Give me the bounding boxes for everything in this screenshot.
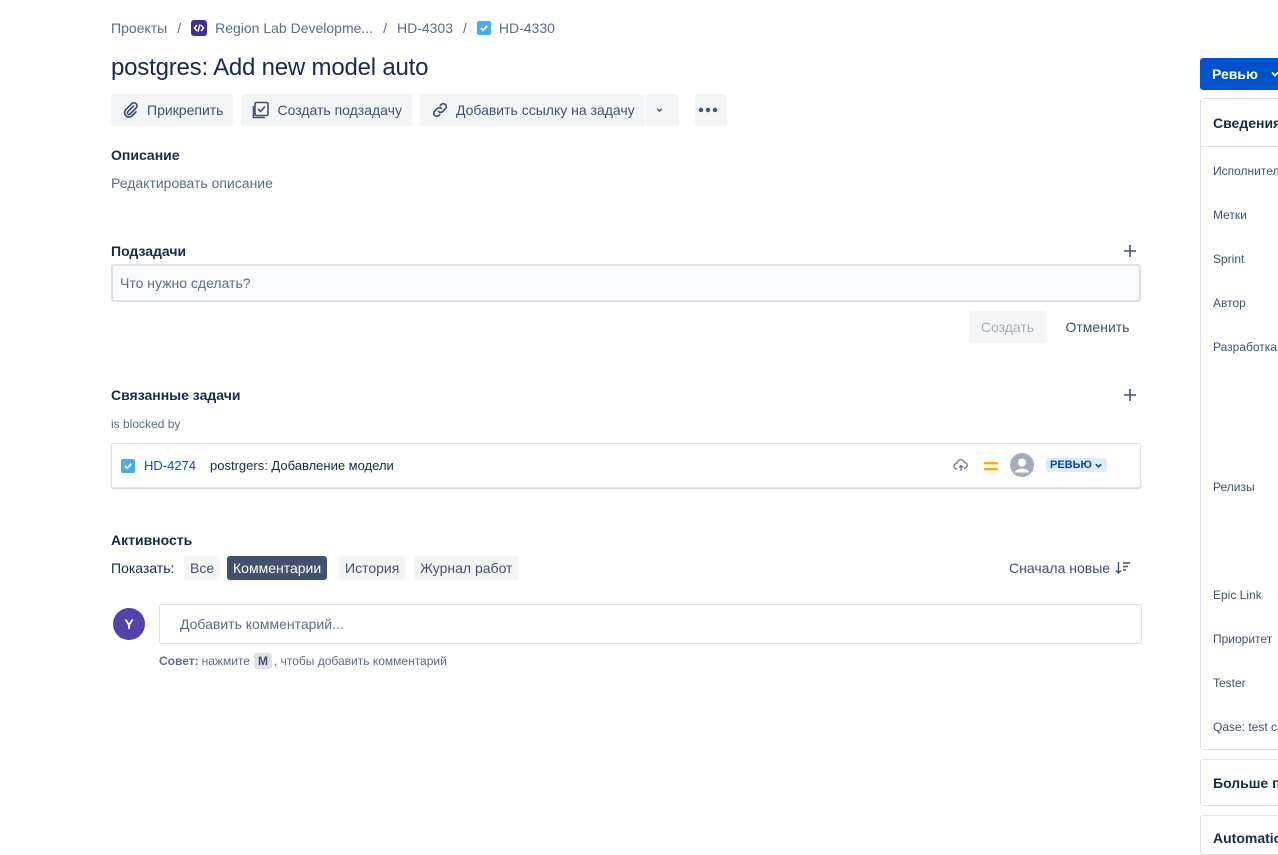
subtask-input[interactable]: Что нужно сделать? [111,264,1141,302]
description-edit[interactable]: Редактировать описание [111,175,273,191]
field-label-labels: Метки [1213,208,1247,222]
chevron-down-icon [656,108,662,113]
field-label-qase: Qase: test cases [1213,720,1278,734]
link-relation-label: is blocked by [111,417,181,431]
create-subtask-label: Создать подзадачу [277,102,402,118]
more-actions-button[interactable] [694,94,727,126]
status-transition-button[interactable]: Ревью [1200,58,1278,90]
issue-toolbar: Прикрепить Создать подзадачу Добавить сс… [111,94,735,126]
breadcrumb-separator: / [177,20,182,36]
breadcrumb: Проекты / Region Lab Developme... / HD-4… [111,19,555,37]
filter-comments-button[interactable]: Комментарии [227,556,328,580]
activity-heading: Активность [111,532,193,548]
sort-order-label: Сначала новые [1009,560,1111,576]
attach-button[interactable]: Прикрепить [111,94,234,126]
linked-issue-summary[interactable]: postrgers: Добавление модели [210,458,394,473]
breadcrumb-parent-link[interactable]: HD-4303 [397,20,453,36]
project-code-icon [191,20,208,36]
more-horizontal-icon [698,107,717,113]
paperclip-icon [123,101,138,118]
breadcrumb-projects-link[interactable]: Проекты [111,20,167,36]
comment-tip: Совет: нажмите M , чтобы добавить коммен… [159,653,447,669]
add-link-dropdown-button[interactable] [645,94,679,126]
breadcrumb-separator: / [463,20,467,36]
create-subtask-button[interactable]: Создать подзадачу [241,94,412,126]
task-type-icon [476,21,491,35]
filter-worklog-button[interactable]: Журнал работ [414,556,519,580]
automation-panel[interactable]: Automation [1200,815,1278,855]
field-label-sprint: Sprint [1213,252,1245,266]
issue-title[interactable]: postgres: Add new model auto [111,54,428,82]
comment-input-placeholder: Добавить комментарий... [180,616,344,632]
activity-show-label: Показать: [111,560,175,576]
tip-shortcut-key: M [253,653,272,669]
more-fields-label: Больше полей [1213,774,1278,791]
create-subtask-submit-button[interactable]: Создать [969,311,1046,343]
linked-issue-status-label: РЕВЬЮ [1050,459,1092,471]
add-linked-issue-icon[interactable] [1119,384,1141,406]
field-label-development: Разработка [1213,340,1277,354]
add-link-button[interactable]: Добавить ссылку на задачу [419,94,646,126]
subtask-input-placeholder: Что нужно сделать? [120,275,251,291]
field-label-tester: Tester [1213,676,1246,690]
filter-all-button[interactable]: Все [184,556,221,580]
attach-label: Прикрепить [147,102,224,118]
details-heading-label: Сведения [1213,114,1278,131]
field-label-epic-link: Epic Link [1213,588,1262,602]
cancel-subtask-button[interactable]: Отменить [1054,311,1141,343]
add-link-label: Добавить ссылку на задачу [455,102,635,118]
description-heading: Описание [111,147,180,163]
task-type-icon [121,458,135,473]
details-heading[interactable]: Сведения [1201,99,1278,147]
priority-medium-icon [983,459,999,476]
add-subtask-icon[interactable] [1119,240,1141,262]
breadcrumb-current-link[interactable]: HD-4330 [499,20,555,36]
linked-issue-row[interactable]: HD-4274 postrgers: Добавление модели РЕВ… [111,443,1141,488]
tip-label: Совет: [159,654,199,668]
breadcrumb-separator: / [383,20,387,36]
assignee-avatar-icon [1010,453,1034,480]
link-icon [432,102,448,118]
tip-after: , чтобы добавить комментарий [273,654,447,668]
sort-descending-icon [1115,562,1131,574]
tip-before: нажмите [201,654,250,668]
chevron-down-icon [1271,71,1278,77]
field-label-assignee: Исполнитель [1213,164,1278,178]
subtask-icon [253,101,270,119]
filter-history-button[interactable]: История [339,556,406,580]
details-panel: Сведения Исполнитель Метки Sprint Автор … [1200,98,1278,750]
status-transition-label: Ревью [1212,66,1258,82]
breadcrumb-project-link[interactable]: Region Lab Developme... [215,20,373,36]
more-fields-panel[interactable]: Больше полей [1200,759,1278,806]
linked-issue-status[interactable]: РЕВЬЮ [1046,458,1107,472]
automation-label: Automation [1213,830,1278,846]
linked-issues-heading: Связанные задачи [111,387,241,403]
chevron-down-icon [1095,463,1102,468]
field-label-releases: Релизы [1213,480,1255,494]
subtasks-heading: Подзадачи [111,243,187,259]
linked-issue-key[interactable]: HD-4274 [144,458,210,473]
avatar[interactable]: Y [113,608,145,640]
field-label-reporter: Автор [1213,296,1246,310]
field-label-priority: Приоритет [1213,632,1273,646]
sort-order-button[interactable]: Сначала новые [1009,560,1131,576]
deployment-cloud-icon [953,458,969,475]
comment-input[interactable]: Добавить комментарий... [159,604,1142,644]
